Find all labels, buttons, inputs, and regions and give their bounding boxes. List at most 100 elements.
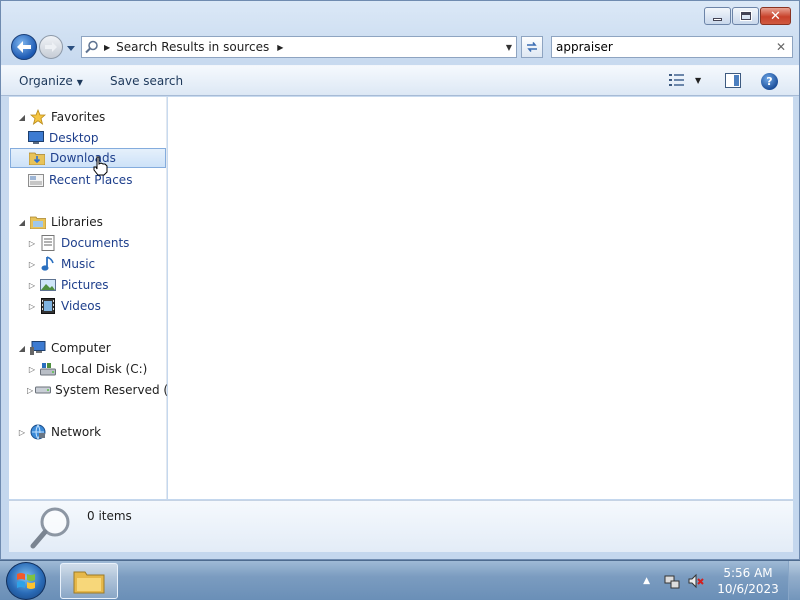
show-desktop-button[interactable] [788, 561, 800, 600]
music-icon [39, 256, 57, 272]
sidebar-item-documents[interactable]: ▷ Documents [27, 233, 129, 253]
organize-label: Organize [19, 74, 73, 88]
sidebar-item-local-disk[interactable]: ▷ Local Disk (C:) [27, 359, 147, 379]
search-icon [82, 37, 102, 57]
local-disk-icon [39, 361, 57, 377]
sidebar-item-label: Desktop [49, 131, 99, 145]
collapse-arrow-icon[interactable]: ◢ [17, 113, 27, 122]
breadcrumb[interactable]: Search Results in sources [116, 40, 269, 54]
tree-computer[interactable]: ◢ Computer [17, 338, 111, 358]
collapse-arrow-icon[interactable]: ◢ [17, 218, 27, 227]
sidebar-item-label: Videos [61, 299, 101, 313]
sidebar-item-videos[interactable]: ▷ Videos [27, 296, 101, 316]
start-button[interactable] [6, 562, 46, 600]
search-results-area[interactable] [168, 97, 793, 499]
close-icon: ✕ [770, 8, 781, 24]
favorites-label: Favorites [51, 110, 106, 124]
navigation-pane: ◢ Favorites Desktop Downloads Recent Pla… [9, 97, 167, 499]
system-tray: ▲ 5:56 AM 10/6/2023 [643, 561, 800, 600]
taskbar: ▲ 5:56 AM 10/6/2023 [0, 560, 800, 600]
sidebar-item-downloads[interactable]: Downloads [10, 148, 166, 168]
tree-libraries[interactable]: ◢ Libraries [17, 212, 103, 232]
maximize-icon [739, 11, 752, 21]
expand-arrow-icon[interactable]: ▷ [27, 260, 37, 269]
chevron-down-icon: ▼ [695, 75, 702, 85]
refresh-button[interactable] [521, 36, 543, 58]
expand-arrow-icon[interactable]: ▷ [27, 302, 37, 311]
windows-logo-icon [17, 573, 35, 589]
computer-label: Computer [51, 341, 111, 355]
collapse-arrow-icon[interactable]: ◢ [17, 344, 27, 353]
save-search-button[interactable]: Save search [110, 74, 183, 88]
breadcrumb-arrow-icon[interactable]: ▶ [277, 43, 283, 52]
maximize-button[interactable] [732, 7, 759, 25]
star-icon [29, 109, 47, 125]
address-dropdown-icon[interactable]: ▼ [506, 43, 512, 52]
address-bar[interactable]: ▶ Search Results in sources ▶ ▼ [81, 36, 517, 58]
expand-arrow-icon[interactable]: ▷ [27, 239, 37, 248]
tree-network[interactable]: ▷ Network [17, 422, 101, 442]
minimize-button[interactable] [704, 7, 731, 25]
change-view-button[interactable]: ▼ [669, 73, 701, 87]
navigation-bar: ▶ Search Results in sources ▶ ▼ ✕ [9, 33, 793, 63]
breadcrumb-arrow-icon[interactable]: ▶ [104, 43, 110, 52]
search-icon [30, 507, 70, 549]
volume-muted-icon[interactable] [688, 573, 704, 589]
libraries-label: Libraries [51, 215, 103, 229]
sidebar-item-recent-places[interactable]: Recent Places [27, 170, 132, 190]
explorer-window: ✕ ▶ Search Results in sources ▶ ▼ apprai… [0, 0, 800, 560]
expand-arrow-icon[interactable]: ▷ [27, 281, 37, 290]
sidebar-item-label: Local Disk (C:) [61, 362, 148, 376]
sidebar-item-pictures[interactable]: ▷ Pictures [27, 275, 109, 295]
preview-pane-button[interactable] [725, 73, 741, 88]
network-icon [29, 424, 47, 440]
documents-icon [39, 235, 57, 251]
network-tray-icon[interactable] [664, 573, 680, 589]
drive-icon [35, 382, 52, 398]
tree-favorites[interactable]: ◢ Favorites [17, 107, 105, 127]
videos-icon [39, 298, 57, 314]
clear-search-icon[interactable]: ✕ [776, 40, 786, 54]
recent-pages-button[interactable] [66, 42, 76, 52]
chevron-down-icon [67, 46, 75, 51]
details-pane: 0 items [9, 500, 793, 552]
computer-icon [29, 340, 47, 356]
expand-arrow-icon[interactable]: ▷ [17, 428, 27, 437]
taskbar-explorer-button[interactable] [60, 563, 118, 599]
sidebar-item-system-reserved[interactable]: ▷ System Reserved (E:) [27, 380, 167, 400]
back-arrow-icon [17, 41, 31, 53]
command-bar: Organize ▼ Save search ▼ ? [1, 65, 799, 96]
clock-time: 5:56 AM [723, 566, 773, 580]
view-details-icon [669, 74, 684, 86]
sidebar-item-label: Recent Places [49, 173, 133, 187]
search-box[interactable]: ✕ [551, 36, 793, 58]
sidebar-item-label: Documents [61, 236, 130, 250]
sidebar-item-label: System Reserved (E:) [55, 383, 167, 397]
forward-button[interactable] [39, 35, 63, 59]
expand-arrow-icon[interactable]: ▷ [27, 386, 33, 395]
pictures-icon [39, 277, 57, 293]
sidebar-item-label: Pictures [61, 278, 109, 292]
refresh-icon [527, 42, 537, 52]
search-input[interactable] [556, 40, 766, 54]
downloads-icon [28, 150, 46, 166]
libraries-icon [29, 214, 47, 230]
network-label: Network [51, 425, 102, 439]
sidebar-item-label: Music [61, 257, 96, 271]
sidebar-item-desktop[interactable]: Desktop [27, 128, 99, 148]
clock[interactable]: 5:56 AM 10/6/2023 [712, 565, 784, 597]
chevron-down-icon: ▼ [76, 78, 83, 87]
recent-places-icon [27, 172, 45, 188]
back-button[interactable] [11, 34, 37, 60]
show-hidden-icons-icon[interactable]: ▲ [643, 576, 650, 586]
desktop-icon [27, 130, 45, 146]
expand-arrow-icon[interactable]: ▷ [27, 365, 37, 374]
help-icon[interactable]: ? [761, 73, 778, 90]
caption-buttons: ✕ [703, 7, 791, 25]
minimize-icon [713, 17, 722, 21]
sidebar-item-music[interactable]: ▷ Music [27, 254, 95, 274]
organize-button[interactable]: Organize ▼ [19, 74, 83, 88]
forward-arrow-icon [45, 42, 57, 52]
hand-cursor-icon [93, 156, 108, 176]
close-button[interactable]: ✕ [760, 7, 791, 25]
